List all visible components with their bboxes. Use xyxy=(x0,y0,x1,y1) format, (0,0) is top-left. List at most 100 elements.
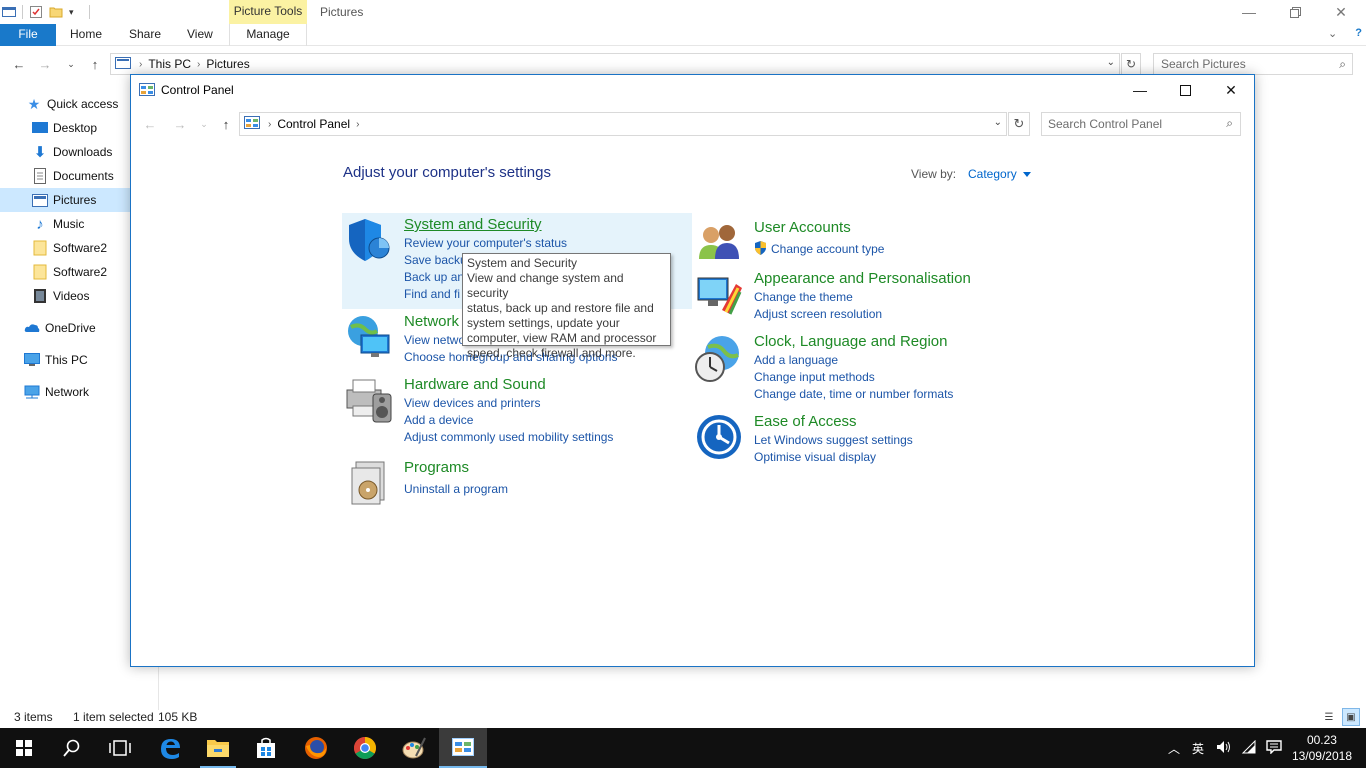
back-button[interactable]: ← xyxy=(141,115,159,133)
category-title[interactable]: Programs xyxy=(404,459,469,476)
explorer-search-input[interactable]: Search Pictures ⌕ xyxy=(1153,53,1353,75)
search-button[interactable] xyxy=(48,728,96,768)
nav-network[interactable]: Network xyxy=(24,380,89,404)
taskbar-file-explorer[interactable] xyxy=(194,728,242,768)
properties-icon[interactable] xyxy=(29,5,43,19)
link-back-up[interactable]: Back up an xyxy=(404,270,464,284)
link-optimise-display[interactable]: Optimise visual display xyxy=(754,450,876,464)
category-title[interactable]: Clock, Language and Region xyxy=(754,333,947,350)
category-programs[interactable]: Programs Uninstall a program xyxy=(342,458,692,505)
category-title[interactable]: System and Security xyxy=(404,216,542,233)
new-folder-icon[interactable] xyxy=(49,5,63,19)
link-save-backup[interactable]: Save backu xyxy=(404,253,467,267)
nav-this-pc[interactable]: This PC xyxy=(24,348,88,372)
category-user-accounts[interactable]: User Accounts Change account type xyxy=(694,217,1034,259)
large-icons-view-icon[interactable]: ▣ xyxy=(1342,708,1360,726)
taskbar-clock[interactable]: 00.23 13/09/2018 xyxy=(1292,732,1352,764)
task-view-button[interactable] xyxy=(96,728,144,768)
show-hidden-icons-icon[interactable]: ︿ xyxy=(1164,740,1184,757)
breadcrumb-pictures[interactable]: Pictures xyxy=(206,57,249,71)
expand-ribbon-icon[interactable]: ⌄ xyxy=(1328,27,1337,40)
taskbar-edge[interactable] xyxy=(146,728,194,768)
search-input[interactable] xyxy=(1042,113,1212,135)
link-change-theme[interactable]: Change the theme xyxy=(754,290,853,304)
link-uninstall-program[interactable]: Uninstall a program xyxy=(404,482,508,496)
category-appearance[interactable]: Appearance and Personalisation Change th… xyxy=(694,268,1034,324)
refresh-button[interactable]: ↻ xyxy=(1008,112,1030,136)
nav-desktop[interactable]: Desktop xyxy=(32,116,97,140)
category-hardware-sound[interactable]: Hardware and Sound View devices and prin… xyxy=(342,374,692,446)
category-title[interactable]: Network xyxy=(404,313,459,330)
chevron-right-icon[interactable]: › xyxy=(356,119,359,130)
taskbar-chrome[interactable] xyxy=(341,728,389,768)
taskbar-paint[interactable] xyxy=(390,728,438,768)
notification-icon[interactable] xyxy=(1262,739,1286,757)
category-title[interactable]: Ease of Access xyxy=(754,413,857,430)
explorer-address-bar[interactable]: › This PC › Pictures ⌄ xyxy=(110,53,1120,75)
forward-button[interactable]: → xyxy=(171,115,189,133)
breadcrumb-this-pc[interactable]: This PC xyxy=(148,57,191,71)
customize-toolbar-icon[interactable]: ▾ xyxy=(69,5,83,19)
category-title[interactable]: Appearance and Personalisation xyxy=(754,270,971,287)
tab-manage[interactable]: Manage xyxy=(229,24,307,46)
refresh-button[interactable]: ↻ xyxy=(1121,53,1141,75)
up-button[interactable]: ↑ xyxy=(217,115,235,133)
category-clock-language[interactable]: Clock, Language and Region Add a languag… xyxy=(694,331,1054,403)
link-change-account-type[interactable]: Change account type xyxy=(771,242,884,256)
nav-quick-access[interactable]: ★ Quick access xyxy=(26,92,119,116)
nav-downloads[interactable]: ⬇ Downloads xyxy=(32,140,113,164)
explorer-minimize-button[interactable]: — xyxy=(1226,0,1272,24)
nav-videos[interactable]: Videos xyxy=(32,284,89,308)
volume-icon[interactable] xyxy=(1212,740,1236,757)
up-button[interactable]: ↑ xyxy=(86,55,104,73)
window-icon[interactable] xyxy=(2,5,16,19)
back-button[interactable]: ← xyxy=(10,55,28,73)
category-title[interactable]: Hardware and Sound xyxy=(404,376,546,393)
view-by-dropdown[interactable]: Category xyxy=(968,167,1031,181)
ime-indicator[interactable]: 英 xyxy=(1184,740,1212,757)
details-view-icon[interactable]: ☰ xyxy=(1320,708,1338,726)
nav-onedrive[interactable]: OneDrive xyxy=(24,316,96,340)
nav-software2-2[interactable]: Software2 xyxy=(32,260,107,284)
taskbar-control-panel[interactable] xyxy=(439,728,487,768)
link-devices-printers[interactable]: View devices and printers xyxy=(404,396,541,410)
link-review-status[interactable]: Review your computer's status xyxy=(404,236,567,250)
link-input-methods[interactable]: Change input methods xyxy=(754,370,875,384)
explorer-close-button[interactable]: ✕ xyxy=(1318,0,1364,24)
tab-share[interactable]: Share xyxy=(115,24,175,46)
control-panel-address-bar[interactable]: › Control Panel › ⌄ xyxy=(239,112,1007,136)
tab-file[interactable]: File xyxy=(0,24,56,46)
tab-view[interactable]: View xyxy=(173,24,227,46)
link-windows-suggest[interactable]: Let Windows suggest settings xyxy=(754,433,913,447)
tab-home[interactable]: Home xyxy=(56,24,116,46)
chevron-down-icon[interactable]: ⌄ xyxy=(1107,57,1115,68)
link-add-language[interactable]: Add a language xyxy=(754,353,838,367)
link-screen-resolution[interactable]: Adjust screen resolution xyxy=(754,307,882,321)
link-view-network[interactable]: View netwo xyxy=(404,333,465,347)
link-mobility-settings[interactable]: Adjust commonly used mobility settings xyxy=(404,430,613,444)
forward-button[interactable]: → xyxy=(36,55,54,73)
start-button[interactable] xyxy=(0,728,48,768)
minimize-button[interactable]: — xyxy=(1117,75,1163,105)
category-title[interactable]: User Accounts xyxy=(754,219,851,236)
link-find-fix[interactable]: Find and fi xyxy=(404,287,460,301)
help-icon[interactable]: ? xyxy=(1355,27,1362,40)
taskbar-store[interactable] xyxy=(242,728,290,768)
explorer-restore-button[interactable] xyxy=(1272,0,1318,24)
chevron-down-icon[interactable]: ⌄ xyxy=(994,117,1002,128)
close-button[interactable]: ✕ xyxy=(1208,75,1254,105)
recent-locations-icon[interactable]: ⌄ xyxy=(62,55,80,73)
maximize-button[interactable] xyxy=(1162,75,1208,105)
wifi-icon[interactable] xyxy=(1236,739,1262,757)
nav-music[interactable]: ♪ Music xyxy=(32,212,84,236)
nav-software2-1[interactable]: Software2 xyxy=(32,236,107,260)
nav-documents[interactable]: Documents xyxy=(32,164,114,188)
category-ease-of-access[interactable]: Ease of Access Let Windows suggest setti… xyxy=(694,411,1034,467)
link-date-time-formats[interactable]: Change date, time or number formats xyxy=(754,387,953,401)
taskbar-firefox[interactable] xyxy=(292,728,340,768)
search-icon[interactable]: ⌕ xyxy=(1226,116,1233,131)
link-add-device[interactable]: Add a device xyxy=(404,413,473,427)
nav-pictures[interactable]: Pictures xyxy=(0,188,130,212)
recent-locations-icon[interactable]: ⌄ xyxy=(195,115,213,133)
breadcrumb-control-panel[interactable]: Control Panel xyxy=(277,117,350,131)
